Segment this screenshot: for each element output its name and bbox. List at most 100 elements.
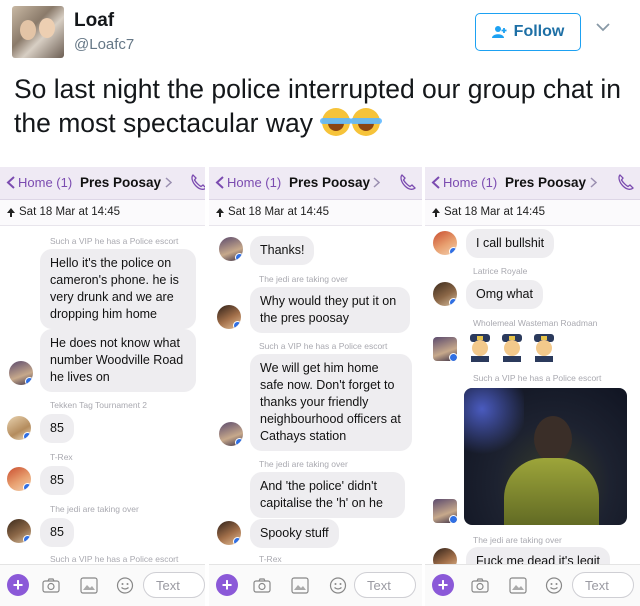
image-icon[interactable] (509, 577, 527, 594)
message-bubble[interactable]: Why would they put it on the pres poosay (250, 287, 410, 333)
profile-avatar[interactable] (12, 6, 64, 58)
chat-title[interactable]: Pres Poosay (289, 175, 370, 190)
chat-screenshot-3: Home (1) Pres Poosay Sat 18 Mar at 14:45… (425, 167, 640, 606)
plus-icon[interactable]: + (432, 574, 454, 596)
back-button[interactable]: Home (1) (6, 175, 72, 190)
system-message: Latrice Royale (473, 266, 528, 276)
chevron-down-icon[interactable] (596, 22, 610, 32)
avatar[interactable] (219, 422, 243, 446)
avatar[interactable] (7, 519, 31, 543)
police-officer-emoji-icon (534, 334, 554, 362)
pinned-message-bar[interactable]: Sat 18 Mar at 14:45 (209, 200, 422, 226)
image-icon[interactable] (291, 577, 309, 594)
system-message: Such a VIP he has a Police escort (473, 373, 602, 383)
plus-icon[interactable]: + (216, 574, 238, 596)
phone-icon[interactable] (190, 174, 205, 191)
message-input[interactable]: Text (572, 572, 634, 598)
message-bubble[interactable]: Thanks! (250, 236, 315, 265)
pinned-date: Sat 18 Mar at 14:45 (228, 206, 330, 218)
user-handle[interactable]: @Loafc7 (74, 36, 134, 53)
sticker-icon[interactable] (116, 577, 134, 594)
avatar[interactable] (9, 361, 33, 385)
back-button[interactable]: Home (1) (215, 175, 281, 190)
tears-of-joy-emoji-icon (320, 108, 353, 136)
pin-icon (216, 208, 224, 217)
chat-nav-bar: Home (1) Pres Poosay (209, 167, 422, 200)
message-bubble[interactable]: Spooky stuff (250, 519, 339, 548)
chevron-left-icon (431, 176, 440, 189)
system-message: Wholemeal Wasteman Roadman (473, 318, 598, 328)
avatar[interactable] (433, 337, 457, 361)
message-bubble[interactable]: And 'the police' didn't capitalise the '… (250, 472, 405, 518)
phone-icon[interactable] (617, 174, 634, 191)
pin-icon (7, 208, 15, 217)
message-input[interactable]: Text (354, 572, 416, 598)
police-officer-emoji-icon (502, 334, 522, 362)
message-bubble[interactable]: He does not know what number Woodville R… (40, 329, 196, 392)
message-bubble[interactable]: 85 (40, 466, 74, 495)
chat-input-toolbar: + Text (209, 564, 422, 606)
system-message: Tekken Tag Tournament 2 (50, 400, 148, 410)
camera-icon[interactable] (253, 577, 271, 594)
sticker-icon[interactable] (329, 577, 347, 594)
pinned-message-bar[interactable]: Sat 18 Mar at 14:45 (425, 200, 640, 226)
avatar[interactable] (217, 305, 241, 329)
tweet-text: So last night the police interrupted our… (14, 72, 624, 140)
tears-of-joy-emoji-icon (350, 108, 383, 136)
back-label: Home (1) (18, 175, 73, 190)
tweet-header: Loaf @Loafc7 Follow (0, 0, 640, 62)
police-photo-image[interactable] (464, 388, 627, 525)
avatar[interactable] (217, 521, 241, 545)
system-message: The jedi are taking over (259, 274, 348, 284)
sticker-icon[interactable] (545, 577, 563, 594)
person-add-icon (491, 26, 507, 38)
message-bubble[interactable]: We will get him home safe now. Don't for… (250, 354, 412, 451)
chat-nav-bar: Home (1) Pres Poosay (0, 167, 205, 200)
chevron-right-icon (590, 177, 597, 188)
chat-input-toolbar: + Text (425, 564, 640, 606)
back-label: Home (1) (443, 175, 498, 190)
phone-icon[interactable] (399, 174, 416, 191)
message-bubble[interactable]: I call bullshit (466, 229, 555, 258)
chevron-left-icon (6, 176, 15, 189)
system-message: T-Rex (259, 554, 282, 564)
chevron-right-icon (373, 177, 380, 188)
chevron-right-icon (165, 177, 172, 188)
message-bubble[interactable]: Hello it's the police on cameron's phone… (40, 249, 196, 329)
image-icon[interactable] (80, 577, 98, 594)
system-message: T-Rex (50, 452, 73, 462)
police-officer-emoji-icon (470, 334, 490, 362)
system-message: The jedi are taking over (50, 504, 139, 514)
system-message: The jedi are taking over (259, 459, 348, 469)
message-input[interactable]: Text (143, 572, 205, 598)
chat-title[interactable]: Pres Poosay (80, 175, 161, 190)
avatar[interactable] (7, 416, 31, 440)
system-message: Such a VIP he has a Police escort (50, 554, 179, 564)
avatar[interactable] (433, 282, 457, 306)
back-label: Home (1) (227, 175, 282, 190)
avatar[interactable] (219, 237, 243, 261)
follow-label: Follow (513, 23, 565, 40)
chat-title[interactable]: Pres Poosay (505, 175, 586, 190)
chevron-left-icon (215, 176, 224, 189)
avatar[interactable] (433, 499, 457, 523)
avatar[interactable] (433, 231, 457, 255)
chat-screenshot-1: Home (1) Pres Poosay Sat 18 Mar at 14:45… (0, 167, 205, 606)
user-name[interactable]: Loaf (74, 10, 114, 32)
system-message: Such a VIP he has a Police escort (50, 236, 179, 246)
camera-icon[interactable] (471, 577, 489, 594)
chat-screenshot-2: Home (1) Pres Poosay Sat 18 Mar at 14:45… (209, 167, 422, 606)
pin-icon (432, 208, 440, 217)
avatar[interactable] (7, 467, 31, 491)
message-bubble[interactable]: 85 (40, 518, 74, 547)
message-bubble[interactable]: 85 (40, 414, 74, 443)
system-message: Such a VIP he has a Police escort (259, 341, 388, 351)
back-button[interactable]: Home (1) (431, 175, 497, 190)
plus-icon[interactable]: + (7, 574, 29, 596)
pinned-message-bar[interactable]: Sat 18 Mar at 14:45 (0, 200, 205, 226)
follow-button[interactable]: Follow (475, 13, 581, 51)
pinned-date: Sat 18 Mar at 14:45 (19, 206, 121, 218)
chat-input-toolbar: + Text (0, 564, 205, 606)
camera-icon[interactable] (42, 577, 60, 594)
message-bubble[interactable]: Omg what (466, 280, 543, 309)
